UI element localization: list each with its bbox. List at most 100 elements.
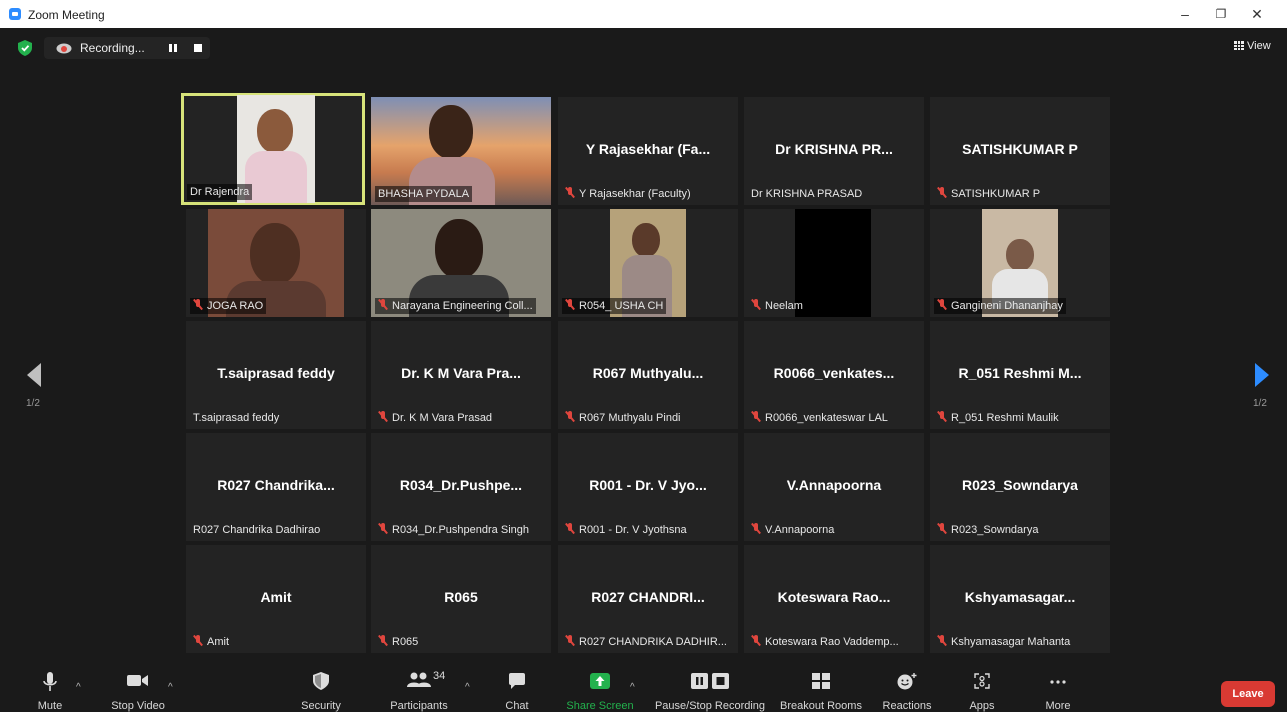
meeting-toolbar: Mute ^ Stop Video ^ Security 34 Particip… (0, 666, 1287, 712)
participant-display-name: Amit (260, 589, 292, 605)
participant-tile[interactable]: Y Rajasekhar (Fa... Y Rajasekhar (Facult… (558, 97, 738, 205)
participant-tile[interactable]: R027 Chandrika... R027 Chandrika Dadhira… (186, 433, 366, 541)
video-options-caret[interactable]: ^ (168, 682, 173, 693)
participant-tile[interactable]: Gangineni Dhananjhay (930, 209, 1110, 317)
muted-mic-icon (751, 411, 761, 422)
participant-name: R065 (375, 634, 421, 650)
share-screen-button[interactable]: Share Screen (566, 672, 634, 712)
participant-name: T.saiprasad feddy (193, 412, 280, 424)
security-label: Security (301, 700, 341, 712)
stop-video-button[interactable]: Stop Video (111, 672, 165, 712)
apps-label: Apps (969, 700, 995, 712)
view-button[interactable]: View (1234, 40, 1271, 52)
participant-name: Amit (190, 634, 232, 650)
pause-stop-recording-button[interactable]: Pause/Stop Recording (655, 672, 765, 712)
participant-display-name: V.Annapoorna (786, 477, 882, 493)
muted-mic-icon (378, 411, 388, 422)
previous-page-arrow-icon[interactable] (23, 360, 43, 390)
page-indicator-right: 1/2 (1253, 398, 1267, 409)
breakout-rooms-button[interactable]: Breakout Rooms (780, 672, 862, 712)
muted-mic-icon (937, 187, 947, 198)
participant-tile[interactable]: Neelam (744, 209, 924, 317)
participant-display-name: Dr. K M Vara Pra... (401, 365, 521, 381)
microphone-icon (43, 672, 57, 691)
more-label: More (1045, 700, 1071, 712)
participant-tile[interactable]: BHASHA PYDALA (371, 97, 551, 205)
participant-name: R027 CHANDRIKA DADHIR... (562, 634, 730, 650)
zoom-app-icon (9, 8, 21, 20)
participant-name: Neelam (748, 298, 806, 314)
leave-button[interactable]: Leave (1221, 681, 1275, 707)
apps-button[interactable]: Apps (968, 672, 996, 712)
muted-mic-icon (378, 635, 388, 646)
muted-mic-icon (378, 523, 388, 534)
participant-name: R001 - Dr. V Jyothsna (562, 522, 690, 538)
participant-tile[interactable]: R067 Muthyalu... R067 Muthyalu Pindi (558, 321, 738, 429)
participants-button[interactable]: 34 Participants (390, 670, 447, 712)
reactions-button[interactable]: Reactions (883, 672, 931, 712)
participant-tile[interactable]: R0066_venkates... R0066_venkateswar LAL (744, 321, 924, 429)
participant-tile[interactable]: R027 CHANDRI... R027 CHANDRIKA DADHIR... (558, 545, 738, 653)
participant-tile[interactable]: Dr KRISHNA PR... Dr KRISHNA PRASAD (744, 97, 924, 205)
participant-tile[interactable]: Narayana Engineering Coll... (371, 209, 551, 317)
participant-tile[interactable]: SATISHKUMAR P SATISHKUMAR P (930, 97, 1110, 205)
participant-tile[interactable]: R_051 Reshmi M... R_051 Reshmi Maulik (930, 321, 1110, 429)
restore-button[interactable]: ❐ (1206, 4, 1236, 24)
participant-video (795, 209, 871, 317)
pause-stop-label: Pause/Stop Recording (654, 700, 766, 712)
participant-display-name: R_051 Reshmi M... (958, 365, 1082, 381)
audio-options-caret[interactable]: ^ (76, 682, 81, 693)
participant-name: Dr KRISHNA PRASAD (751, 188, 863, 200)
reactions-label: Reactions (882, 700, 932, 712)
muted-mic-icon (565, 523, 575, 534)
muted-mic-icon (193, 299, 203, 310)
participant-tile[interactable]: R023_Sowndarya R023_Sowndarya (930, 433, 1110, 541)
participant-tile[interactable]: Dr. K M Vara Pra... Dr. K M Vara Prasad (371, 321, 551, 429)
participant-display-name: Dr KRISHNA PR... (775, 141, 893, 157)
stop-recording-icon[interactable] (194, 44, 202, 52)
participant-display-name: R027 CHANDRI... (591, 589, 705, 605)
chat-button[interactable]: Chat (502, 672, 532, 712)
participant-display-name: Koteswara Rao... (777, 589, 891, 605)
participant-name: R023_Sowndarya (934, 522, 1041, 538)
participant-name: R034_Dr.Pushpendra Singh (375, 522, 532, 538)
chat-bubble-icon (509, 673, 525, 689)
more-button[interactable]: More (1044, 672, 1072, 712)
recording-label: Recording... (80, 41, 145, 55)
security-button[interactable]: Security (301, 672, 341, 712)
participant-display-name: SATISHKUMAR P (962, 141, 1078, 157)
next-page-arrow-icon[interactable] (1253, 360, 1273, 390)
pause-recording-icon[interactable] (168, 43, 178, 53)
participant-display-name: R065 (444, 589, 478, 605)
participant-display-name: R067 Muthyalu... (592, 365, 704, 381)
close-button[interactable]: ✕ (1242, 4, 1272, 24)
encryption-shield-icon[interactable] (18, 40, 32, 56)
participant-tile[interactable]: Koteswara Rao... Koteswara Rao Vaddemp..… (744, 545, 924, 653)
participant-name: Dr. K M Vara Prasad (375, 410, 495, 426)
participant-tile[interactable]: R001 - Dr. V Jyo... R001 - Dr. V Jyothsn… (558, 433, 738, 541)
participant-display-name: R0066_venkates... (773, 365, 895, 381)
minimize-button[interactable]: – (1170, 4, 1200, 24)
mute-label: Mute (37, 700, 63, 712)
participant-tile[interactable]: T.saiprasad feddy T.saiprasad feddy (186, 321, 366, 429)
muted-mic-icon (565, 635, 575, 646)
participant-tile[interactable]: V.Annapoorna V.Annapoorna (744, 433, 924, 541)
page-indicator-left: 1/2 (26, 398, 40, 409)
share-options-caret[interactable]: ^ (630, 682, 635, 693)
participant-tile[interactable]: R034_Dr.Pushpe... R034_Dr.Pushpendra Sin… (371, 433, 551, 541)
grid-view-icon (1234, 41, 1244, 50)
participant-tile[interactable]: R065 R065 (371, 545, 551, 653)
participant-tile[interactable]: Amit Amit (186, 545, 366, 653)
mute-button[interactable]: Mute (34, 672, 66, 712)
participant-tile[interactable]: JOGA RAO (186, 209, 366, 317)
participant-name: Koteswara Rao Vaddemp... (748, 634, 902, 650)
participants-options-caret[interactable]: ^ (465, 682, 470, 693)
participant-tile[interactable]: Dr Rajendra (181, 93, 365, 205)
muted-mic-icon (751, 299, 761, 310)
participant-tile[interactable]: Kshyamasagar... Kshyamasagar Mahanta (930, 545, 1110, 653)
participant-tile[interactable]: R054_ USHA CH (558, 209, 738, 317)
share-screen-label: Share Screen (566, 700, 634, 712)
chat-label: Chat (505, 700, 529, 712)
participant-count: 34 (433, 670, 446, 682)
participant-display-name: R027 Chandrika... (217, 477, 335, 493)
